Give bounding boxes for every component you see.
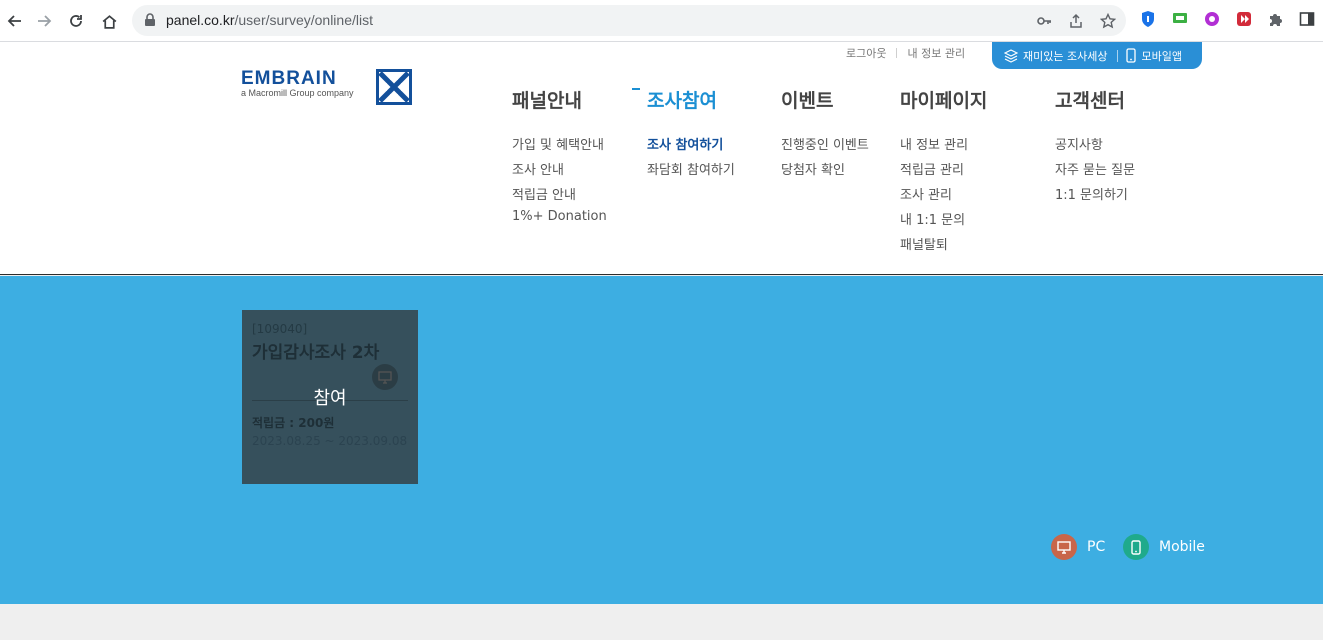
home-button[interactable]: [96, 8, 122, 34]
menu-item[interactable]: 내 정보 관리: [900, 134, 987, 159]
monitor-extension-icon[interactable]: [1171, 10, 1189, 28]
mobile-app-label: 모바일앱: [1141, 49, 1182, 63]
menu-title-panel-guide[interactable]: 패널안내: [512, 86, 607, 112]
embrain-logo[interactable]: EMBRAIN a Macromill Group company: [241, 68, 413, 108]
menu-item[interactable]: 진행중인 이벤트: [781, 134, 869, 159]
browser-toolbar: panel.co.kr/user/survey/online/list: [0, 0, 1323, 42]
menu-item-active[interactable]: 조사 참여하기: [647, 134, 735, 159]
utility-button-bar: 재미있는 조사세상 모바일앱: [992, 42, 1202, 69]
lock-icon: [145, 13, 155, 26]
forward-button[interactable]: [31, 8, 57, 34]
circle-extension-icon[interactable]: [1203, 10, 1221, 28]
menu-item[interactable]: 조사 관리: [900, 184, 987, 209]
menu-item[interactable]: 1%+ Donation: [512, 209, 607, 234]
menu-item[interactable]: 1:1 문의하기: [1055, 184, 1135, 209]
active-indicator: [632, 88, 640, 90]
legend-mobile-label: Mobile: [1159, 539, 1205, 555]
media-extension-icon[interactable]: [1235, 10, 1253, 28]
share-icon[interactable]: [1067, 12, 1085, 30]
address-bar[interactable]: panel.co.kr/user/survey/online/list: [132, 5, 1126, 36]
menu-survey: 조사참여 조사 참여하기 좌담회 참여하기: [632, 86, 735, 184]
legend-pc-label: PC: [1087, 539, 1106, 555]
password-key-icon[interactable]: [1035, 12, 1053, 30]
smartphone-icon: [1126, 48, 1137, 63]
back-button[interactable]: [2, 8, 28, 34]
menu-item[interactable]: 좌담회 참여하기: [647, 159, 735, 184]
menu-item[interactable]: 조사 안내: [512, 159, 607, 184]
back-arrow-icon: [7, 15, 21, 27]
puzzle-extensions-icon[interactable]: [1267, 10, 1285, 28]
mobile-icon: [1123, 534, 1149, 560]
url-path: /user/survey/online/list: [234, 12, 373, 28]
mobile-app-button[interactable]: 모바일앱: [1126, 48, 1182, 64]
logo-wordmark: EMBRAIN: [241, 68, 337, 89]
menu-title-event[interactable]: 이벤트: [781, 86, 869, 112]
menu-title-mypage[interactable]: 마이페이지: [900, 86, 987, 112]
pc-icon: [1051, 534, 1077, 560]
divider: [1117, 49, 1119, 62]
menu-item[interactable]: 당첨자 확인: [781, 159, 869, 184]
menu-item[interactable]: 내 1:1 문의: [900, 209, 987, 234]
fun-survey-label: 재미있는 조사세상: [1023, 49, 1108, 63]
menu-item[interactable]: 가입 및 혜택안내: [512, 134, 607, 159]
menu-mypage: 마이페이지 내 정보 관리 적립금 관리 조사 관리 내 1:1 문의 패널탈퇴: [900, 86, 987, 259]
side-panel-icon[interactable]: [1298, 10, 1316, 28]
bookmark-star-icon[interactable]: [1099, 12, 1117, 30]
menu-title-survey[interactable]: 조사참여: [647, 86, 735, 112]
survey-reward: 적립금 : 200원: [252, 416, 335, 430]
legend-mobile: Mobile: [1123, 534, 1205, 560]
site-header: 로그아웃 내 정보 관리 재미있는 조사세상 모바일앱 EMBRAIN a Ma…: [0, 42, 1323, 275]
survey-period: 2023.08.25 ~ 2023.09.08: [252, 434, 408, 448]
survey-card[interactable]: [109040] 가입감사조사 2차 참여 적립금 : 200원 2023.08…: [242, 310, 418, 484]
menu-item[interactable]: 자주 묻는 질문: [1055, 159, 1135, 184]
url-host: panel.co.kr: [166, 12, 235, 28]
utility-links: 로그아웃 내 정보 관리: [846, 45, 965, 61]
survey-list-area: [109040] 가입감사조사 2차 참여 적립금 : 200원 2023.08…: [0, 276, 1323, 604]
shield-extension-icon[interactable]: [1139, 10, 1157, 28]
menu-item[interactable]: 적립금 안내: [512, 184, 607, 209]
forward-arrow-icon: [38, 15, 52, 27]
logout-link[interactable]: 로그아웃: [846, 45, 886, 61]
survey-id: [109040]: [252, 322, 308, 336]
survey-title: 가입감사조사 2차: [252, 343, 380, 363]
join-survey-button[interactable]: 참여: [242, 384, 418, 410]
home-icon: [102, 14, 116, 29]
logo-tagline: a Macromill Group company: [241, 88, 354, 98]
menu-event: 이벤트 진행중인 이벤트 당첨자 확인: [781, 86, 869, 184]
menu-panel-guide: 패널안내 가입 및 혜택안내 조사 안내 적립금 안내 1%+ Donation: [512, 86, 607, 234]
embrain-mark-icon: [376, 69, 412, 105]
reload-icon: [70, 15, 82, 27]
my-info-link[interactable]: 내 정보 관리: [907, 45, 965, 61]
divider: [896, 48, 898, 58]
menu-item[interactable]: 공지사항: [1055, 134, 1135, 159]
legend-pc: PC: [1051, 534, 1105, 560]
fun-survey-button[interactable]: 재미있는 조사세상: [992, 48, 1107, 64]
menu-title-support[interactable]: 고객센터: [1055, 86, 1135, 112]
url-text: panel.co.kr/user/survey/online/list: [166, 12, 373, 28]
reload-button[interactable]: [63, 8, 89, 34]
menu-item[interactable]: 적립금 관리: [900, 159, 987, 184]
layers-icon: [1004, 48, 1018, 63]
menu-item[interactable]: 패널탈퇴: [900, 234, 987, 259]
menu-support: 고객센터 공지사항 자주 묻는 질문 1:1 문의하기: [1055, 86, 1135, 209]
